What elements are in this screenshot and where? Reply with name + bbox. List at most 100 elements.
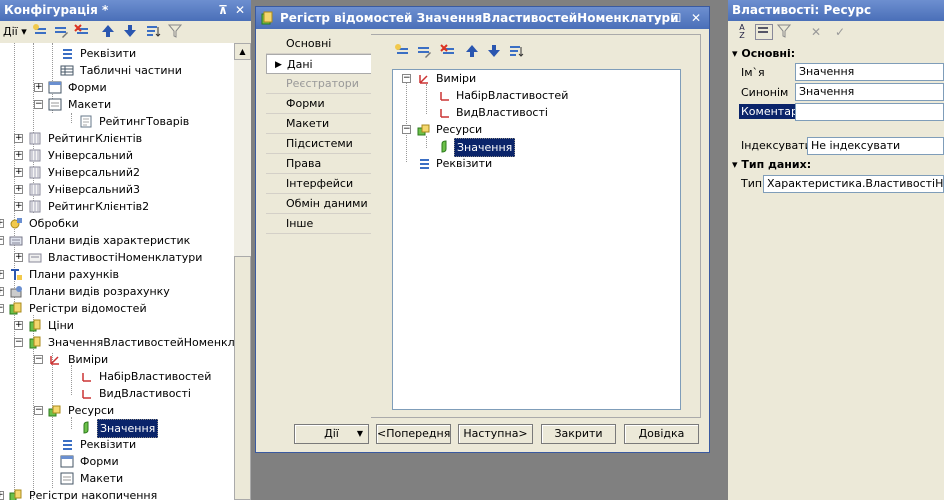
close-panel-button[interactable]: ✕ xyxy=(232,2,248,18)
filter-icon[interactable] xyxy=(777,24,795,40)
index-select[interactable]: Не індексувати xyxy=(807,137,944,155)
information-registers-icon xyxy=(9,302,23,315)
expand-icon[interactable]: + xyxy=(0,287,4,296)
config-tree-item-label: Універсальний2 xyxy=(48,166,140,179)
section-main-header[interactable]: ▾ Основні: xyxy=(732,47,795,60)
categorized-icon[interactable] xyxy=(755,24,773,40)
tab-5[interactable]: Підсистеми xyxy=(266,134,372,154)
attributes-icon xyxy=(417,157,431,170)
next-button[interactable]: Наступна> xyxy=(458,424,533,444)
name-field[interactable]: Значення xyxy=(795,63,944,81)
move-down-icon[interactable] xyxy=(486,44,504,60)
data-tree-item-label: Ресурси xyxy=(436,123,483,136)
catalog-icon xyxy=(28,200,42,213)
config-tree-item-label: Ресурси xyxy=(68,404,115,417)
properties-panel: Властивості: Ресурс AZ ✕ ✓ ▾ Основні: Ім… xyxy=(728,0,944,500)
scroll-up-button[interactable]: ▲ xyxy=(234,43,251,60)
filter-icon[interactable] xyxy=(168,24,186,40)
delete-icon[interactable] xyxy=(440,44,458,60)
collapse-icon[interactable]: − xyxy=(34,355,43,364)
tab-7[interactable]: Інтерфейси xyxy=(266,174,372,194)
minimize-button[interactable]: – xyxy=(650,10,666,26)
attributes-icon xyxy=(60,47,74,60)
expand-icon[interactable]: + xyxy=(0,219,4,228)
config-tree-item-label: ВластивостіНоменклатури xyxy=(48,251,203,264)
move-up-icon[interactable] xyxy=(100,24,118,40)
properties-toolbar: AZ ✕ ✓ xyxy=(728,21,944,43)
expand-icon[interactable]: + xyxy=(14,202,23,211)
tab-4[interactable]: Макети xyxy=(266,114,372,134)
collapse-icon[interactable]: − xyxy=(34,406,43,415)
resources-icon xyxy=(48,404,62,417)
config-tree-item-label: Плани видів характеристик xyxy=(29,234,191,247)
sort-alphabetical-icon[interactable]: AZ xyxy=(733,24,751,40)
catalog-icon xyxy=(28,166,42,179)
section-type-header[interactable]: ▾ Тип даних: xyxy=(732,158,811,171)
expand-icon[interactable]: + xyxy=(14,134,23,143)
tab-6[interactable]: Права xyxy=(266,154,372,174)
add-icon[interactable] xyxy=(394,44,412,60)
expand-icon[interactable]: + xyxy=(0,270,4,279)
accumulation-registers-icon xyxy=(9,489,23,500)
apply-icon[interactable]: ✓ xyxy=(831,24,849,40)
actions-menu[interactable]: Дії ▾ xyxy=(3,25,27,38)
actions-dropdown-button[interactable]: Дії ▼ xyxy=(294,424,369,444)
tab-1[interactable]: ▶ Дані xyxy=(266,54,372,74)
add-icon[interactable] xyxy=(32,24,50,40)
collapse-icon[interactable]: − xyxy=(402,125,411,134)
expand-icon[interactable]: + xyxy=(0,491,4,500)
expand-icon[interactable]: + xyxy=(14,185,23,194)
config-tree-item-label: Регістри відомостей xyxy=(29,302,147,315)
tab-0[interactable]: Основні xyxy=(266,34,372,54)
config-tree-item-label: Ціни xyxy=(48,319,74,332)
config-tree-item-label: Макети xyxy=(80,472,124,485)
collapse-icon[interactable]: − xyxy=(14,338,23,347)
close-window-button[interactable]: ✕ xyxy=(688,10,704,26)
expand-icon[interactable]: + xyxy=(14,321,23,330)
tab-2[interactable]: Реєстратори xyxy=(266,74,372,94)
help-button[interactable]: Довідка xyxy=(624,424,699,444)
config-tree-item-label: Форми xyxy=(80,455,119,468)
move-down-icon[interactable] xyxy=(122,24,140,40)
dimension-icon xyxy=(79,370,93,383)
delete-icon[interactable] xyxy=(74,24,92,40)
data-tree-item-label: Виміри xyxy=(436,72,477,85)
close-button[interactable]: Закрити xyxy=(541,424,616,444)
data-processors-icon xyxy=(9,217,23,230)
forms-icon xyxy=(60,455,74,468)
collapse-icon[interactable]: − xyxy=(34,100,43,109)
maximize-button[interactable]: ☐ xyxy=(668,10,684,26)
expand-icon[interactable]: + xyxy=(14,168,23,177)
scroll-thumb[interactable] xyxy=(234,256,251,500)
collapse-icon[interactable]: − xyxy=(402,74,411,83)
previous-button[interactable]: <Попередня xyxy=(376,424,451,444)
synonym-field[interactable]: Значення xyxy=(795,83,944,101)
sort-icon[interactable] xyxy=(145,24,163,40)
edit-icon[interactable] xyxy=(416,44,434,60)
collapse-icon[interactable]: − xyxy=(0,236,4,245)
resources-icon xyxy=(417,123,431,136)
data-tree-item-label: Реквізити xyxy=(436,157,493,170)
move-up-icon[interactable] xyxy=(464,44,482,60)
chart-of-characteristics-item-icon xyxy=(28,251,42,264)
chart-of-accounts-icon xyxy=(9,268,23,281)
edit-icon[interactable] xyxy=(53,24,71,40)
pin-button[interactable]: ⊼ xyxy=(215,2,231,18)
expand-icon[interactable]: + xyxy=(14,151,23,160)
config-tree-item-label: Виміри xyxy=(68,353,109,366)
comment-field[interactable] xyxy=(795,103,944,121)
configuration-scrollbar[interactable]: ▲ xyxy=(234,43,251,500)
sort-icon[interactable] xyxy=(508,44,526,60)
cancel-icon[interactable]: ✕ xyxy=(807,24,825,40)
tab-8[interactable]: Обмін даними xyxy=(266,194,372,214)
config-tree-item-label: Регістри накопичення xyxy=(29,489,158,500)
config-tree-item-label: РейтингКлієнтів2 xyxy=(48,200,150,213)
expand-icon[interactable]: + xyxy=(14,253,23,262)
expand-icon[interactable]: + xyxy=(34,83,43,92)
chart-of-characteristics-icon xyxy=(9,234,23,247)
config-tree-item-label: Макети xyxy=(68,98,112,111)
type-field[interactable]: Характеристика.ВластивостіНоменклатури xyxy=(763,175,944,193)
tab-3[interactable]: Форми xyxy=(266,94,372,114)
collapse-icon[interactable]: − xyxy=(0,304,4,313)
tab-9[interactable]: Інше xyxy=(266,214,372,234)
